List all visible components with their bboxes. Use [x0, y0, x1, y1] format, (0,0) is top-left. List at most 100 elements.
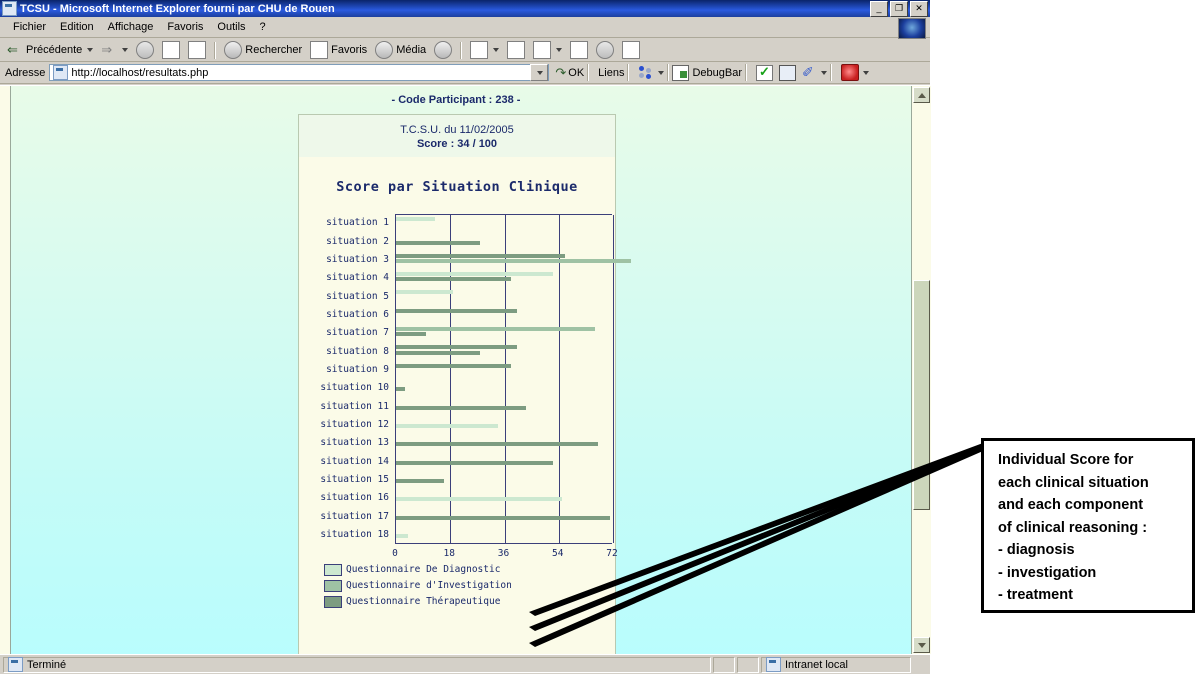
- bar: [396, 308, 517, 313]
- bar: [396, 405, 526, 410]
- status-bar: Terminé Intranet local: [0, 654, 930, 674]
- mail-tool-button[interactable]: [779, 64, 797, 81]
- legend-item: Questionnaire d'Investigation: [324, 578, 512, 593]
- links-button[interactable]: Liens: [598, 67, 624, 79]
- category-label: situation 8: [326, 345, 389, 357]
- bar: [396, 478, 445, 483]
- menu-item-affichage[interactable]: Affichage: [101, 19, 161, 35]
- media-button[interactable]: Média: [372, 40, 429, 60]
- legend-label: Questionnaire De Diagnostic: [346, 564, 501, 575]
- acrobat-icon: [841, 64, 860, 81]
- results-panel: T.C.S.U. du 11/02/2005 Score : 34 / 100 …: [298, 114, 632, 654]
- stop-button[interactable]: [133, 40, 157, 60]
- chart-title: Score par Situation Clinique: [336, 179, 578, 195]
- x-tick-18: 18: [443, 548, 455, 559]
- edit-button[interactable]: [530, 40, 565, 60]
- menu-item-outils[interactable]: Outils: [210, 19, 252, 35]
- bar: [396, 363, 511, 368]
- scroll-down-arrow-icon: [917, 642, 926, 648]
- back-dropdown-icon[interactable]: [87, 48, 94, 52]
- favorites-button[interactable]: Favoris: [307, 40, 370, 60]
- research-button[interactable]: [619, 40, 643, 60]
- dots-toolbar-button[interactable]: [638, 65, 665, 80]
- bar: [396, 258, 632, 263]
- scroll-down-button[interactable]: [913, 637, 930, 653]
- pen-dropdown-icon[interactable]: [821, 70, 828, 75]
- annotation-callout: Individual Score for each clinical situat…: [981, 438, 1195, 613]
- mail-icon: [470, 41, 489, 59]
- address-value: http://localhost/resultats.php: [71, 66, 209, 79]
- chevron-down-icon: [537, 70, 544, 75]
- refresh-icon: [162, 41, 181, 59]
- category-label: situation 16: [320, 492, 389, 504]
- messenger-button[interactable]: [593, 40, 617, 60]
- acrobat-button[interactable]: [841, 64, 870, 81]
- forward-dropdown-icon[interactable]: [122, 48, 129, 52]
- history-globe-icon: [434, 41, 453, 59]
- favorites-button-label: Favoris: [331, 44, 368, 56]
- toolbar-separator: [214, 41, 217, 59]
- edit-dropdown-icon[interactable]: [556, 48, 563, 52]
- gridline-18: [450, 215, 452, 543]
- category-label: situation 13: [320, 437, 389, 449]
- menu-item-help[interactable]: ?: [253, 19, 273, 35]
- dots-dropdown-icon[interactable]: [658, 70, 665, 75]
- forward-arrow-icon: [101, 42, 117, 58]
- acrobat-dropdown-icon[interactable]: [863, 70, 870, 75]
- word-edit-icon: [533, 41, 552, 59]
- bar: [396, 277, 511, 282]
- pen-icon: [802, 64, 817, 81]
- category-label: situation 12: [320, 418, 389, 430]
- bar: [396, 515, 610, 520]
- mail-dropdown-icon[interactable]: [493, 48, 500, 52]
- pen-tool-button[interactable]: [802, 64, 828, 81]
- address-dropdown-button[interactable]: [530, 64, 549, 81]
- panel-header: T.C.S.U. du 11/02/2005 Score : 34 / 100: [299, 115, 615, 157]
- validate-button[interactable]: [756, 64, 774, 81]
- callout-line: - treatment: [998, 587, 1073, 603]
- discuss-button[interactable]: [567, 40, 591, 60]
- history-button[interactable]: [431, 40, 455, 60]
- legend-item: Questionnaire Thérapeutique: [324, 594, 512, 609]
- discuss-icon: [570, 41, 589, 59]
- ie-document-icon: [2, 1, 17, 16]
- print-button[interactable]: [504, 40, 528, 60]
- go-button-label: OK: [568, 66, 585, 79]
- resize-grip-icon[interactable]: [913, 658, 927, 672]
- minimize-button[interactable]: _: [870, 1, 888, 17]
- status-page-icon: [8, 657, 23, 672]
- home-button[interactable]: [185, 40, 209, 60]
- debugbar-button[interactable]: DebugBar: [672, 64, 742, 81]
- mail-button[interactable]: [467, 40, 502, 60]
- menu-bar: Fichier Edition Affichage Favoris Outils…: [0, 17, 930, 39]
- callout-line: - diagnosis: [998, 542, 1075, 558]
- go-button[interactable]: ↷ OK: [555, 65, 584, 81]
- search-button[interactable]: Rechercher: [221, 40, 305, 60]
- status-message-panel: Terminé: [3, 656, 711, 673]
- restore-button[interactable]: ❐: [890, 1, 908, 17]
- category-label: situation 14: [320, 455, 389, 467]
- gridline-36: [504, 215, 506, 543]
- close-button[interactable]: ✕: [910, 1, 928, 17]
- scroll-up-button[interactable]: [913, 87, 930, 103]
- legend-item: Questionnaire De Diagnostic: [324, 562, 512, 577]
- four-dots-icon: [638, 65, 654, 80]
- gridline-54: [558, 215, 560, 543]
- callout-line: Individual Score for: [998, 452, 1134, 468]
- menu-item-fichier[interactable]: Fichier: [6, 19, 53, 35]
- bar: [396, 497, 562, 502]
- forward-button[interactable]: [98, 41, 131, 59]
- scroll-up-arrow-icon: [917, 92, 926, 98]
- toolbar-separator-2: [460, 41, 463, 59]
- menu-item-favoris[interactable]: Favoris: [160, 19, 210, 35]
- page-viewport: - Code Participant : 238 - T.C.S.U. du 1…: [0, 85, 931, 654]
- bar: [396, 332, 427, 337]
- vertical-scrollbar[interactable]: [911, 86, 931, 654]
- back-button[interactable]: Précédente: [4, 41, 96, 59]
- menu-item-edition[interactable]: Edition: [53, 19, 101, 35]
- media-icon: [375, 41, 394, 59]
- scrollbar-thumb[interactable]: [913, 280, 930, 510]
- refresh-button[interactable]: [159, 40, 183, 60]
- address-input[interactable]: http://localhost/resultats.php: [49, 64, 550, 81]
- category-label: situation 10: [320, 382, 389, 394]
